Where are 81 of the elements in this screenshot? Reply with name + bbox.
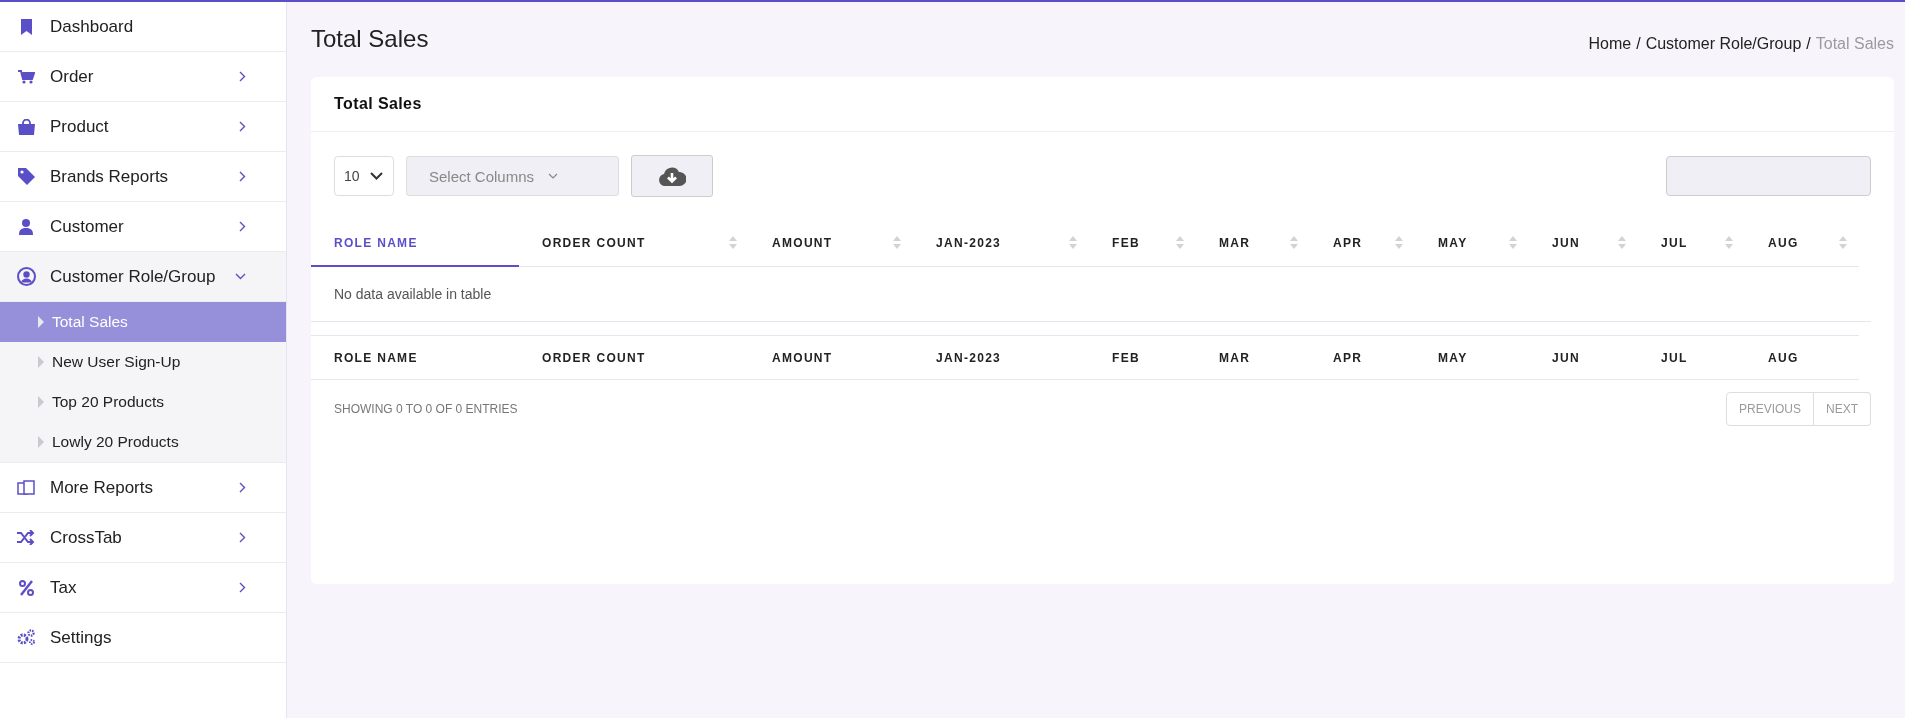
chevron-down-icon bbox=[370, 172, 383, 180]
cloud-download-icon bbox=[658, 165, 686, 187]
breadcrumb-item[interactable]: Customer Role/Group bbox=[1645, 35, 1802, 53]
column-header[interactable]: AMOUNT bbox=[749, 220, 913, 266]
footer-header: ORDER COUNT bbox=[519, 335, 749, 380]
sort-icon bbox=[1725, 236, 1733, 250]
user-icon bbox=[19, 218, 33, 235]
chevron-down-icon bbox=[235, 273, 246, 280]
column-header[interactable]: JAN-2023 bbox=[913, 220, 1089, 266]
chevron-right-icon bbox=[239, 482, 246, 493]
bookmark-icon bbox=[19, 18, 33, 35]
cart-icon bbox=[17, 69, 35, 84]
chevron-right-icon bbox=[239, 532, 246, 543]
footer-header: MAR bbox=[1196, 335, 1310, 380]
sidebar-item[interactable]: Dashboard bbox=[0, 2, 286, 52]
footer-header: AUG bbox=[1745, 335, 1859, 380]
sort-icon bbox=[1176, 236, 1184, 250]
footer-header: APR bbox=[1310, 335, 1415, 380]
search-field[interactable] bbox=[1666, 156, 1871, 196]
chevron-right-icon bbox=[239, 221, 246, 232]
column-header[interactable]: MAY bbox=[1415, 220, 1529, 266]
user-circle-icon bbox=[16, 267, 36, 286]
breadcrumb-separator: / bbox=[1636, 35, 1641, 53]
sidebar-item[interactable]: Tax bbox=[0, 563, 286, 613]
footer-header: JUN bbox=[1529, 335, 1638, 380]
copy-icon bbox=[17, 478, 35, 497]
percent-icon bbox=[18, 579, 34, 596]
column-header[interactable]: ORDER COUNT bbox=[519, 220, 749, 266]
column-header[interactable]: FEB bbox=[1089, 220, 1196, 266]
chevron-right-icon bbox=[239, 582, 246, 593]
caret-icon bbox=[38, 316, 44, 328]
submenu-item[interactable]: New User Sign-Up bbox=[0, 342, 286, 382]
shuffle-icon bbox=[17, 530, 35, 545]
sort-icon bbox=[1290, 236, 1298, 250]
caret-icon bbox=[38, 436, 44, 448]
footer-header: JUL bbox=[1638, 335, 1745, 380]
chevron-right-icon bbox=[239, 121, 246, 132]
breadcrumb-item[interactable]: Home bbox=[1588, 35, 1632, 53]
sidebar-item[interactable]: Product bbox=[0, 102, 286, 152]
chevron-down-icon bbox=[548, 173, 559, 179]
footer-header: ROLE NAME bbox=[311, 335, 519, 380]
column-header[interactable]: JUN bbox=[1529, 220, 1638, 266]
footer-header: AMOUNT bbox=[749, 335, 913, 380]
sort-icon bbox=[1509, 236, 1517, 250]
gears-icon bbox=[16, 629, 36, 646]
footer-header: JAN-2023 bbox=[913, 335, 1089, 380]
sidebar-item[interactable]: Brands Reports bbox=[0, 152, 286, 202]
column-header[interactable]: MAR bbox=[1196, 220, 1310, 266]
column-header[interactable]: AUG bbox=[1745, 220, 1859, 266]
sidebar-item[interactable]: More Reports bbox=[0, 463, 286, 513]
card-title: Total Sales bbox=[334, 95, 422, 113]
tag-icon bbox=[17, 168, 35, 185]
shopping-bag-icon bbox=[16, 118, 36, 135]
entries-info: SHOWING 0 TO 0 OF 0 ENTRIES bbox=[334, 402, 518, 416]
breadcrumb-item: Total Sales bbox=[1815, 35, 1894, 53]
column-header[interactable]: JUL bbox=[1638, 220, 1745, 266]
footer-header: MAY bbox=[1415, 335, 1529, 380]
sort-icon bbox=[1839, 236, 1847, 250]
page-title: Total Sales bbox=[311, 25, 429, 53]
column-header[interactable]: ROLE NAME bbox=[311, 220, 519, 266]
download-button[interactable] bbox=[631, 155, 713, 197]
column-header[interactable]: APR bbox=[1310, 220, 1415, 266]
submenu-item[interactable]: Lowly 20 Products bbox=[0, 422, 286, 462]
sidebar-item[interactable]: CrossTab bbox=[0, 513, 286, 563]
sidebar-item[interactable]: Settings bbox=[0, 613, 286, 663]
submenu-item[interactable]: Top 20 Products bbox=[0, 382, 286, 422]
chevron-right-icon bbox=[239, 71, 246, 82]
sort-icon bbox=[1618, 236, 1626, 250]
sort-icon bbox=[1069, 236, 1077, 250]
chevron-right-icon bbox=[239, 171, 246, 182]
sidebar-item[interactable]: Order bbox=[0, 52, 286, 102]
page-size-select[interactable]: 10 bbox=[334, 156, 394, 196]
caret-icon bbox=[38, 396, 44, 408]
empty-message: No data available in table bbox=[334, 286, 492, 302]
caret-icon bbox=[38, 356, 44, 368]
sort-icon bbox=[893, 236, 901, 250]
sidebar-item[interactable]: Customer Role/Group bbox=[0, 252, 286, 302]
footer-header: FEB bbox=[1089, 335, 1196, 380]
sort-icon bbox=[1395, 236, 1403, 250]
breadcrumb-separator: / bbox=[1806, 35, 1811, 53]
sort-icon bbox=[729, 236, 737, 250]
